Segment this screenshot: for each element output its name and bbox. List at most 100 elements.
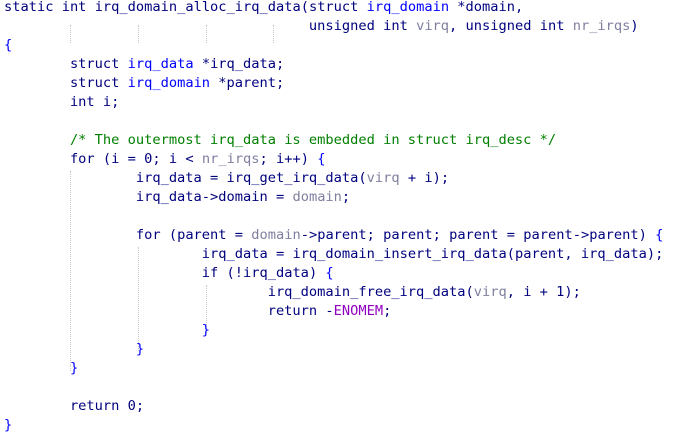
code-token: ; xyxy=(259,151,277,167)
code-token: domain xyxy=(251,227,301,243)
code-token: irq_domain_free_irq_data xyxy=(267,284,466,300)
code-token: { xyxy=(4,37,13,53)
code-token: parent xyxy=(317,227,367,243)
code-token: ENOMEM xyxy=(333,303,384,319)
code-token: ; xyxy=(152,151,169,167)
code-token: * xyxy=(210,75,227,91)
code-token: ( xyxy=(465,284,474,300)
code-token: ; xyxy=(383,303,392,319)
code-token: ( xyxy=(218,265,235,281)
code-token: = xyxy=(267,246,293,262)
code-token: ) xyxy=(638,227,656,243)
code-line: return 0; xyxy=(4,397,144,416)
code-token: < xyxy=(177,151,202,167)
code-token: parent xyxy=(226,75,276,91)
code-line: if (!irq_data) { xyxy=(4,264,334,283)
code-line: } xyxy=(4,359,78,378)
code-token: -> xyxy=(201,189,219,205)
code-token: virq xyxy=(366,170,400,186)
code-token: struct xyxy=(69,56,120,72)
code-token: irq_get_irq_data xyxy=(226,170,359,186)
code-token: irq_domain_insert_irq_data xyxy=(292,246,507,262)
code-token: ) xyxy=(300,151,318,167)
code-token: ; xyxy=(111,94,120,110)
code-token: { xyxy=(325,265,334,281)
code-token: static xyxy=(4,0,54,15)
code-token: nr_irqs xyxy=(201,151,260,167)
code-token: i xyxy=(168,151,178,167)
code-token: int xyxy=(61,0,87,15)
code-token: ) xyxy=(630,18,639,34)
code-token: i xyxy=(424,170,433,186)
code-token: virq xyxy=(416,18,450,34)
code-line: struct irq_data *irq_data; xyxy=(4,55,284,74)
code-token: domain xyxy=(218,189,268,205)
code-token: irq_data xyxy=(243,265,309,281)
code-token: struct xyxy=(69,75,120,91)
code-token: return xyxy=(69,398,120,414)
code-line: { xyxy=(4,36,12,55)
code-token: = xyxy=(226,227,252,243)
code-line: } xyxy=(4,416,12,435)
code-token: return xyxy=(267,303,318,319)
code-token: irq_domain_alloc_irq_data xyxy=(94,0,301,15)
code-editor[interactable]: static int irq_domain_alloc_irq_data ( str… xyxy=(0,0,679,439)
code-token: ); xyxy=(432,170,450,186)
code-token: , xyxy=(564,246,581,262)
code-token: parent xyxy=(523,227,573,243)
code-line: unsigned int virq, unsigned int nr_irqs) xyxy=(4,17,639,36)
code-token: irq_data xyxy=(135,189,202,205)
code-token: ! xyxy=(234,265,243,281)
code-token: } xyxy=(135,341,145,357)
code-token: virq xyxy=(473,284,507,300)
code-token: -> xyxy=(300,227,318,243)
code-token: - xyxy=(317,303,334,319)
code-token: ; xyxy=(135,398,145,414)
code-token: = xyxy=(267,189,293,205)
code-token: int xyxy=(383,18,408,34)
code-token: irq_domain xyxy=(127,75,211,91)
code-token: ); xyxy=(564,284,581,300)
code-token: ; xyxy=(432,227,450,243)
code-line: irq_data = irq_domain_insert_irq_data(pa… xyxy=(4,245,664,264)
code-token: , xyxy=(449,18,466,34)
code-token: /* The outermost irq_data is embedded in… xyxy=(69,132,557,148)
code-token: = xyxy=(119,151,145,167)
code-line: return -ENOMEM; xyxy=(4,302,392,321)
code-line: static int irq_domain_alloc_irq_data(str… xyxy=(4,0,523,17)
code-token: for xyxy=(135,227,161,243)
code-token: ( xyxy=(358,170,367,186)
code-token: ; xyxy=(341,189,351,205)
code-line: } xyxy=(4,340,144,359)
code-token: { xyxy=(655,227,664,243)
code-token: struct xyxy=(308,0,359,15)
code-token: domain xyxy=(292,189,342,205)
code-token: ); xyxy=(646,246,664,262)
code-line: /* The outermost irq_data is embedded in… xyxy=(4,131,556,150)
code-token: ) xyxy=(308,265,326,281)
code-token: parent xyxy=(449,227,499,243)
code-token: parent xyxy=(383,227,433,243)
code-line: } xyxy=(4,321,210,340)
code-token: domain xyxy=(465,0,515,15)
code-token: irq_data xyxy=(201,246,268,262)
code-token: , xyxy=(506,284,524,300)
code-token: * xyxy=(449,0,466,15)
code-token: irq_domain xyxy=(366,0,450,15)
code-token: i xyxy=(102,94,112,110)
